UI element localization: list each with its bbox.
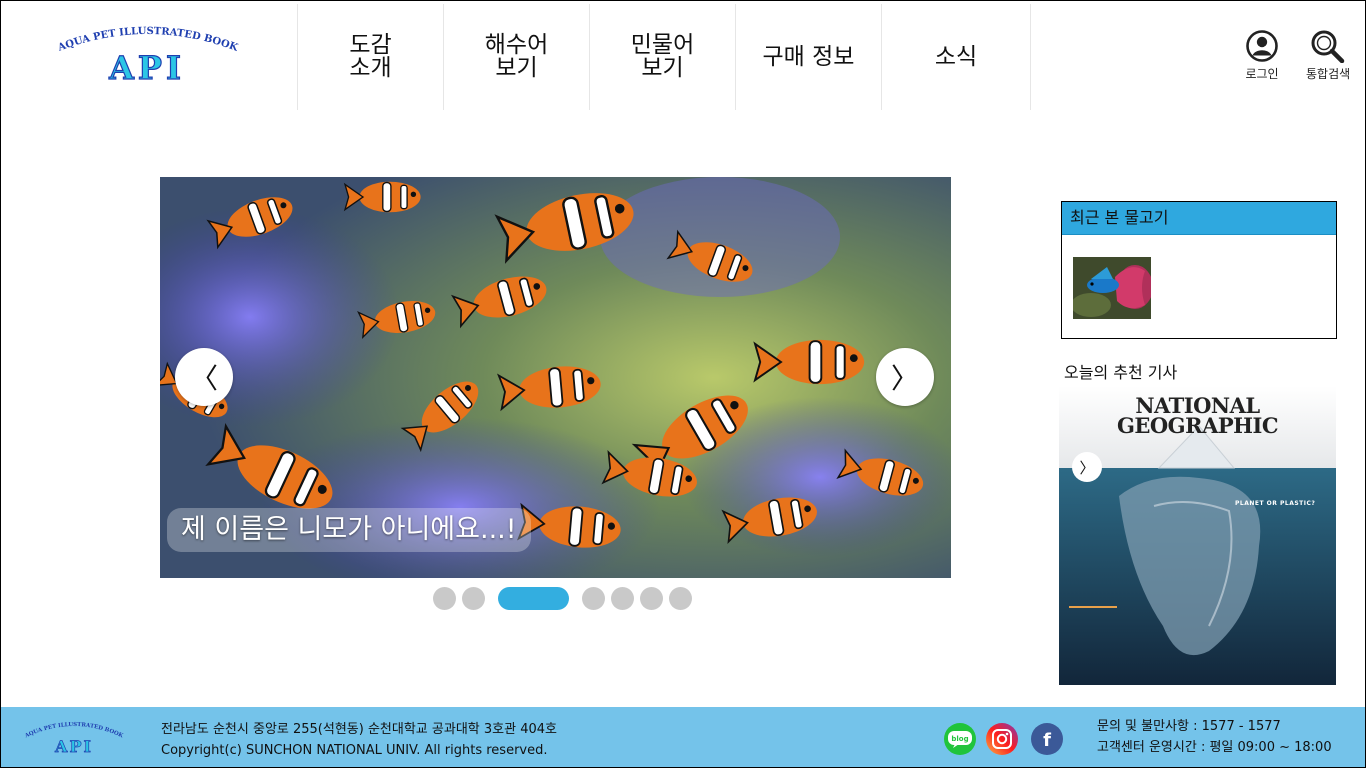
- article-next-button[interactable]: 〉: [1072, 452, 1102, 482]
- footer-address-block: 전라남도 순천시 중앙로 255(석현동) 순천대학교 공과대학 3호관 404…: [161, 719, 557, 761]
- login-button[interactable]: 로그인: [1245, 29, 1279, 82]
- footer-copyright: Copyright(c) SUNCHON NATIONAL UNIV. All …: [161, 743, 548, 758]
- footer: AQUA PET ILLUSTRATED BOOK API 전라남도 순천시 중…: [1, 707, 1365, 767]
- slider-dot[interactable]: [611, 586, 634, 610]
- blog-link[interactable]: blog: [944, 723, 976, 755]
- recommended-article-title: 오늘의 추천 기사: [1064, 363, 1178, 382]
- footer-contact-block: 문의 및 불만사항 : 1577 - 1577 고객센터 운영시간 : 평일 0…: [1097, 716, 1332, 758]
- magazine-title: NATIONAL GEOGRAPHIC: [1116, 393, 1279, 438]
- nav-item-intro[interactable]: 도감 소개: [297, 4, 443, 110]
- slider-dot[interactable]: [462, 586, 485, 610]
- footer-logo-text: API: [54, 737, 93, 756]
- user-icon: [1246, 30, 1278, 62]
- magazine-cover[interactable]: NATIONAL GEOGRAPHIC PLANET OR PLASTIC? 〉: [1059, 386, 1336, 685]
- logo-text: API: [108, 49, 185, 87]
- footer-hours-line: 고객센터 운영시간 : 평일 09:00 ~ 18:00: [1097, 740, 1332, 755]
- slider-pagination: [433, 586, 698, 610]
- slider-dot[interactable]: [669, 586, 692, 610]
- recent-fish-title: 최근 본 물고기: [1062, 202, 1336, 235]
- slider-prev-button[interactable]: 〈: [175, 348, 233, 406]
- header: AQUA PET ILLUSTRATED BOOK API 도감 소개 해수어 …: [1, 1, 1365, 111]
- site-logo[interactable]: AQUA PET ILLUSTRATED BOOK API: [39, 19, 255, 93]
- slider-dot[interactable]: [640, 586, 663, 610]
- blog-icon: blog: [948, 731, 972, 748]
- blog-icon-label: blog: [951, 735, 968, 743]
- footer-logo[interactable]: AQUA PET ILLUSTRATED BOOK API: [19, 719, 129, 759]
- instagram-icon: [992, 729, 1012, 749]
- footer-address: 전라남도 순천시 중앙로 255(석현동) 순천대학교 공과대학 3호관 404…: [161, 722, 557, 737]
- nav-item-purchase-info[interactable]: 구매 정보: [735, 4, 881, 110]
- slider-next-button[interactable]: 〉: [876, 348, 934, 406]
- recent-fish-panel: 최근 본 물고기: [1061, 201, 1337, 339]
- facebook-icon-label: f: [1043, 730, 1051, 750]
- slider-dot-active[interactable]: [498, 586, 569, 610]
- recent-fish-thumbnail[interactable]: [1073, 257, 1151, 319]
- nav-item-news[interactable]: 소식: [881, 4, 1031, 110]
- nav-item-saltwater[interactable]: 해수어 보기: [443, 4, 589, 110]
- login-label: 로그인: [1245, 67, 1279, 81]
- search-icon: [1311, 30, 1345, 63]
- search-button[interactable]: 통합검색: [1306, 29, 1350, 82]
- slide-caption: 제 이름은 니모가 아니에요...!: [167, 508, 531, 552]
- footer-contact-line: 문의 및 불만사항 : 1577 - 1577: [1097, 719, 1281, 734]
- nav-item-freshwater[interactable]: 민물어 보기: [589, 4, 735, 110]
- instagram-link[interactable]: [986, 723, 1018, 755]
- facebook-icon: f: [1043, 730, 1051, 750]
- facebook-link[interactable]: f: [1031, 723, 1063, 755]
- hero-slider[interactable]: 〈 〉 제 이름은 니모가 아니에요...!: [160, 177, 951, 578]
- magazine-subtitle: PLANET OR PLASTIC?: [1235, 500, 1316, 507]
- slider-dot[interactable]: [582, 586, 605, 610]
- slider-dot[interactable]: [433, 586, 456, 610]
- main-nav: 도감 소개 해수어 보기 민물어 보기 구매 정보 소식: [297, 4, 1031, 110]
- page: AQUA PET ILLUSTRATED BOOK API 도감 소개 해수어 …: [0, 0, 1366, 768]
- search-label: 통합검색: [1306, 67, 1351, 81]
